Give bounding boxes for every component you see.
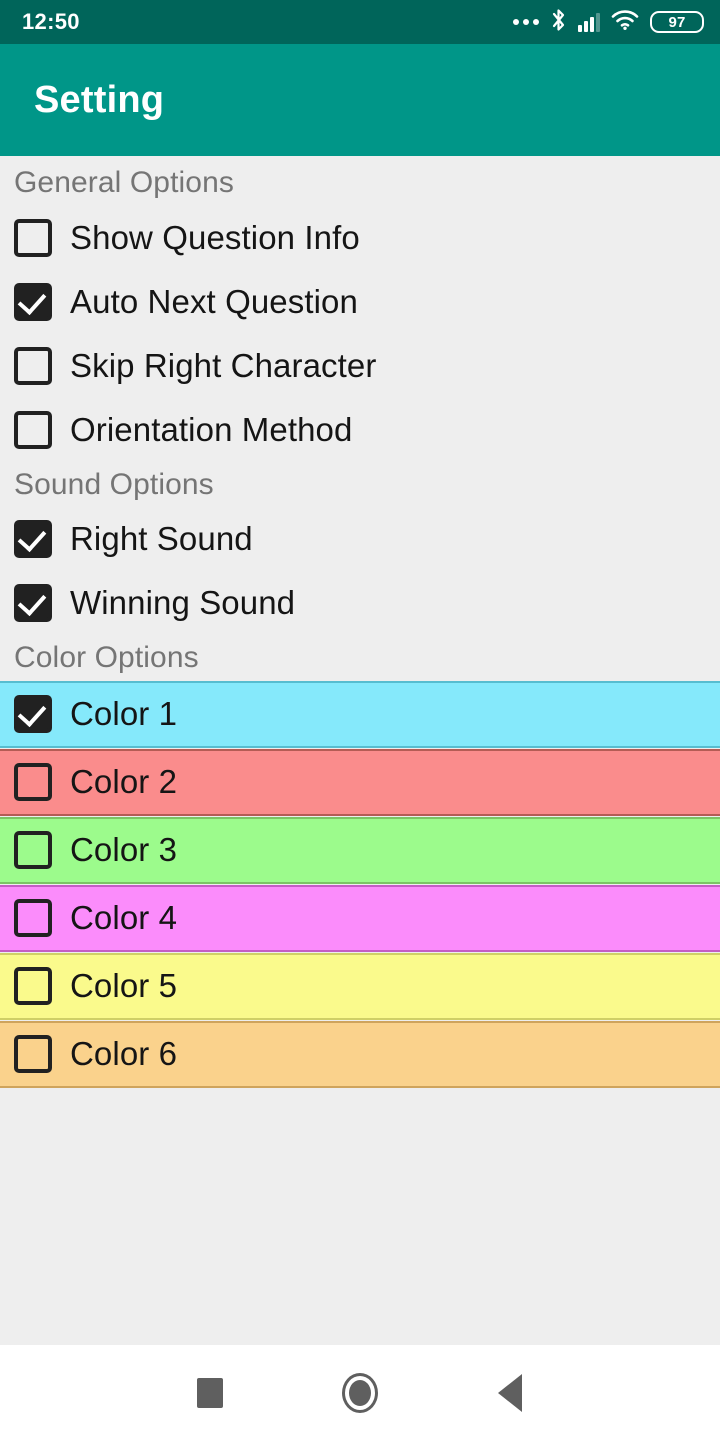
- checkbox-checked-icon[interactable]: [14, 520, 52, 559]
- option-label: Skip Right Character: [70, 346, 377, 384]
- option-row[interactable]: Skip Right Character: [0, 334, 720, 398]
- color-option-label: Color 2: [70, 763, 178, 801]
- checkbox-unchecked-icon[interactable]: [14, 218, 52, 257]
- settings-content: General Options Show Question Info Auto Ne…: [0, 156, 720, 1345]
- option-row[interactable]: Winning Sound: [0, 571, 720, 635]
- checkbox-unchecked-icon[interactable]: [14, 899, 52, 938]
- wifi-icon: [611, 9, 639, 36]
- color-option-label: Color 6: [70, 1035, 178, 1073]
- bluetooth-icon: [550, 8, 567, 37]
- section-header: Sound Options: [14, 467, 214, 501]
- color-option-label: Color 3: [70, 831, 178, 869]
- option-row[interactable]: Auto Next Question: [0, 270, 720, 334]
- system-navigation-bar: [0, 1345, 720, 1440]
- app-bar: Setting: [0, 44, 720, 156]
- option-row[interactable]: Right Sound: [0, 507, 720, 571]
- color-option-row[interactable]: Color 4: [0, 884, 720, 952]
- battery-level-label: 97: [668, 13, 686, 31]
- checkbox-unchecked-icon[interactable]: [14, 346, 52, 385]
- color-option-row[interactable]: Color 5: [0, 952, 720, 1020]
- option-label: Right Sound: [70, 520, 253, 558]
- checkbox-checked-icon[interactable]: [14, 282, 52, 321]
- circle-icon: [342, 1372, 378, 1413]
- color-option-label: Color 1: [70, 695, 178, 733]
- option-label: Orientation Method: [70, 410, 353, 448]
- color-option-row[interactable]: Color 6: [0, 1020, 720, 1088]
- status-bar-icons: 97: [513, 8, 704, 37]
- option-label: Winning Sound: [70, 584, 296, 622]
- color-option-row[interactable]: Color 2: [0, 748, 720, 816]
- color-option-label: Color 4: [70, 899, 178, 937]
- checkbox-unchecked-icon[interactable]: [14, 410, 52, 449]
- square-icon: [197, 1377, 223, 1408]
- checkbox-unchecked-icon[interactable]: [14, 967, 52, 1006]
- status-bar-time: 12:50: [22, 9, 80, 34]
- option-label: Auto Next Question: [70, 282, 358, 320]
- checkbox-unchecked-icon[interactable]: [14, 1035, 52, 1074]
- option-label: Show Question Info: [70, 218, 360, 256]
- color-option-row[interactable]: Color 1: [0, 680, 720, 748]
- color-option-row[interactable]: Color 3: [0, 816, 720, 884]
- battery-icon: 97: [650, 11, 704, 33]
- section-header: General Options: [14, 166, 234, 199]
- checkbox-checked-icon[interactable]: [14, 695, 52, 734]
- checkbox-unchecked-icon[interactable]: [14, 831, 52, 870]
- option-row[interactable]: Show Question Info: [0, 206, 720, 270]
- cellular-signal-icon: [578, 12, 600, 32]
- checkbox-unchecked-icon[interactable]: [14, 763, 52, 802]
- option-row[interactable]: Orientation Method: [0, 398, 720, 462]
- triangle-left-icon: [498, 1373, 522, 1412]
- more-dots-icon: [513, 19, 539, 25]
- recents-button[interactable]: [135, 1377, 285, 1408]
- color-option-label: Color 5: [70, 967, 178, 1005]
- status-bar: 12:50 97: [0, 0, 720, 44]
- back-button[interactable]: [435, 1373, 585, 1412]
- page-title: Setting: [34, 78, 165, 121]
- section-header: Color Options: [14, 641, 199, 675]
- home-button[interactable]: [285, 1372, 435, 1413]
- checkbox-checked-icon[interactable]: [14, 584, 52, 623]
